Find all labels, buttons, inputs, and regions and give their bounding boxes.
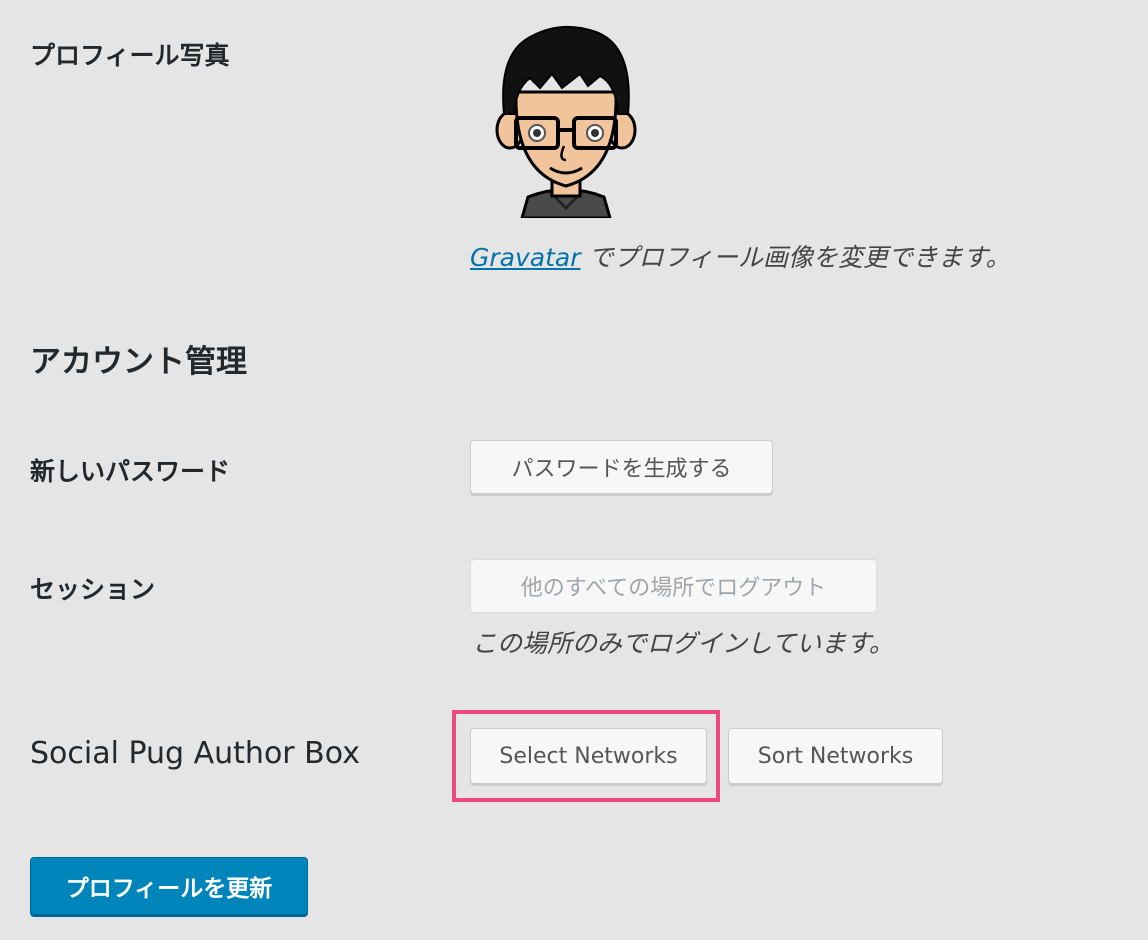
generate-password-button[interactable]: パスワードを生成する xyxy=(470,440,773,494)
logout-everywhere-button[interactable]: 他のすべての場所でログアウト xyxy=(470,559,877,613)
new-password-label: 新しいパスワード xyxy=(30,457,231,486)
profile-photo-label: プロフィール写真 xyxy=(30,41,230,70)
select-networks-button[interactable]: Select Networks xyxy=(470,728,707,784)
avatar xyxy=(492,22,640,220)
sort-networks-button[interactable]: Sort Networks xyxy=(728,728,943,784)
session-note: この場所のみでログインしています。 xyxy=(472,629,894,658)
session-label: セッション xyxy=(30,575,156,604)
gravatar-note: Gravatar でプロフィール画像を変更できます。 xyxy=(470,238,1010,274)
gravatar-link[interactable]: Gravatar xyxy=(470,243,581,272)
update-profile-button[interactable]: プロフィールを更新 xyxy=(30,857,308,915)
gravatar-note-text: でプロフィール画像を変更できます。 xyxy=(580,243,1011,272)
account-section-title: アカウント管理 xyxy=(30,344,247,380)
social-pug-author-box-label: Social Pug Author Box xyxy=(30,736,360,771)
